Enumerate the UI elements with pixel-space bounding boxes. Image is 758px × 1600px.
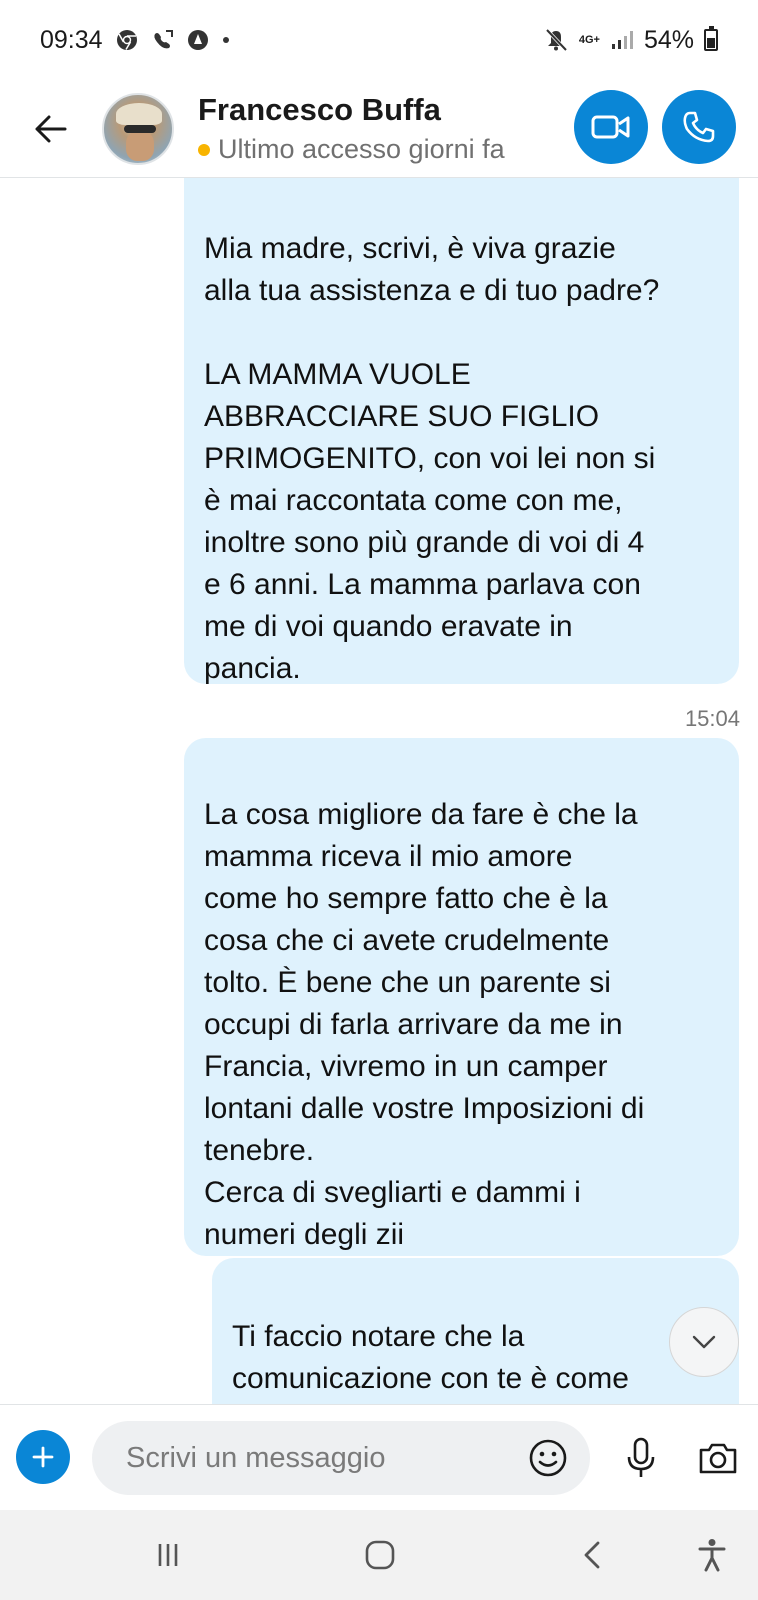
emoji-icon	[529, 1439, 567, 1477]
emoji-button[interactable]	[526, 1436, 570, 1480]
signal-icon	[610, 28, 634, 52]
add-button[interactable]	[16, 1430, 70, 1484]
status-left: 09:34	[40, 26, 231, 55]
last-seen-row: Ultimo accesso giorni fa	[198, 134, 505, 165]
home-icon	[365, 1540, 395, 1570]
message-timestamp: 15:04	[684, 706, 740, 731]
back-icon	[584, 1541, 600, 1569]
scroll-to-bottom-button[interactable]	[669, 1307, 739, 1377]
avatar[interactable]	[102, 92, 174, 165]
notification-icon	[187, 29, 209, 51]
system-navigation-bar	[0, 1510, 758, 1600]
message-text: La cosa migliore da fare è che la mamma …	[204, 798, 645, 1251]
message-input[interactable]	[92, 1441, 526, 1475]
back-nav-button[interactable]	[562, 1530, 622, 1580]
phone-icon	[683, 111, 715, 143]
message-bubble[interactable]: Mia madre, scrivi, è viva grazie alla tu…	[184, 178, 739, 685]
message-input-container	[92, 1421, 590, 1495]
microphone-icon	[627, 1437, 655, 1477]
chevron-down-icon	[692, 1335, 716, 1349]
microphone-button[interactable]	[617, 1433, 665, 1483]
composer-bar	[0, 1404, 758, 1510]
status-bar: 09:34 4G+ 54%	[0, 0, 758, 80]
message-bubble[interactable]: Ti faccio notare che la comunicazione co…	[212, 1258, 739, 1404]
back-arrow-icon	[35, 115, 67, 142]
message-text: Ti faccio notare che la comunicazione co…	[232, 1320, 629, 1395]
recents-icon	[158, 1544, 178, 1566]
call-forward-icon	[151, 28, 175, 52]
battery-percent: 54%	[643, 25, 694, 54]
camera-icon	[699, 1443, 737, 1474]
add-icon	[32, 1446, 54, 1468]
accessibility-icon	[698, 1539, 726, 1572]
accessibility-button[interactable]	[682, 1530, 742, 1580]
battery-icon	[704, 26, 718, 51]
video-call-button[interactable]	[574, 90, 648, 164]
recents-button[interactable]	[138, 1530, 198, 1580]
skype-chat-screen: 09:34 4G+ 54% Francesco Buffa Ultimo acc…	[0, 0, 758, 1600]
network-type: 4G+	[578, 33, 600, 46]
mute-icon	[543, 27, 569, 53]
message-bubble[interactable]: La cosa migliore da fare è che la mamma …	[184, 738, 739, 1256]
video-call-icon	[591, 115, 630, 139]
message-list[interactable]: Mia madre, scrivi, è viva grazie alla tu…	[0, 178, 758, 1404]
status-right: 4G+ 54%	[543, 26, 718, 55]
audio-call-button[interactable]	[662, 90, 736, 164]
back-button[interactable]	[22, 100, 80, 158]
dot-icon	[221, 35, 231, 45]
contact-name: Francesco Buffa	[198, 92, 441, 127]
last-seen-text: Ultimo accesso giorni fa	[218, 134, 505, 164]
battery-fill	[707, 38, 715, 48]
network-type-icon: 4G+	[578, 33, 600, 46]
chrome-icon	[115, 28, 139, 52]
home-button[interactable]	[350, 1530, 410, 1580]
message-text: Mia madre, scrivi, è viva grazie alla tu…	[204, 232, 660, 685]
chat-header: Francesco Buffa Ultimo accesso giorni fa	[0, 80, 758, 178]
contact-info[interactable]: Francesco Buffa Ultimo accesso giorni fa	[198, 92, 505, 165]
status-time: 09:34	[40, 25, 103, 54]
camera-button[interactable]	[694, 1433, 742, 1483]
presence-away-icon	[198, 143, 210, 156]
